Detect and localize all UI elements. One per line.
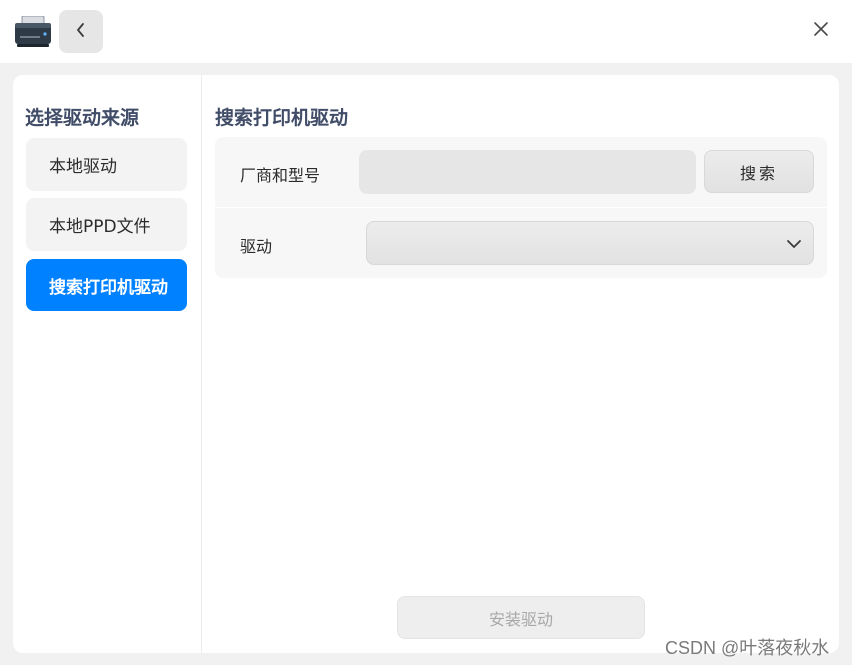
- search-form: 厂商和型号 搜索 驱动: [215, 137, 827, 278]
- printer-icon: [14, 15, 52, 48]
- sidebar-item-search-driver[interactable]: 搜索打印机驱动: [26, 259, 187, 311]
- driver-select[interactable]: [366, 221, 814, 265]
- watermark: CSDN @叶落夜秋水: [665, 638, 830, 658]
- back-button[interactable]: [59, 10, 103, 53]
- model-label: 厂商和型号: [240, 166, 321, 185]
- search-button[interactable]: 搜索: [704, 150, 814, 193]
- driver-selection-window: 选择驱动来源 本地驱动 本地PPD文件 搜索打印机驱动 搜索打印机驱动 厂商和型…: [0, 0, 852, 665]
- sidebar-item-label: 搜索打印机驱动: [49, 277, 168, 298]
- chevron-left-icon: [75, 22, 87, 42]
- chevron-down-icon: [785, 236, 803, 250]
- page-title: 搜索打印机驱动: [215, 107, 349, 129]
- sidebar-item-local-driver[interactable]: 本地驱动: [26, 138, 187, 191]
- driver-label: 驱动: [240, 237, 273, 256]
- close-icon: [813, 21, 829, 41]
- close-button[interactable]: [806, 16, 836, 46]
- sidebar-divider: [201, 75, 202, 653]
- model-input[interactable]: [359, 150, 696, 194]
- install-driver-button[interactable]: 安装驱动: [397, 596, 645, 639]
- sidebar-item-label: 本地驱动: [49, 157, 117, 177]
- sidebar-item-local-ppd[interactable]: 本地PPD文件: [26, 198, 187, 251]
- title-bar: [0, 0, 852, 63]
- form-divider: [215, 207, 827, 208]
- sidebar-item-label: 本地PPD文件: [49, 217, 151, 237]
- content-panel: 选择驱动来源 本地驱动 本地PPD文件 搜索打印机驱动 搜索打印机驱动 厂商和型…: [13, 75, 839, 653]
- sidebar-title: 选择驱动来源: [25, 107, 140, 129]
